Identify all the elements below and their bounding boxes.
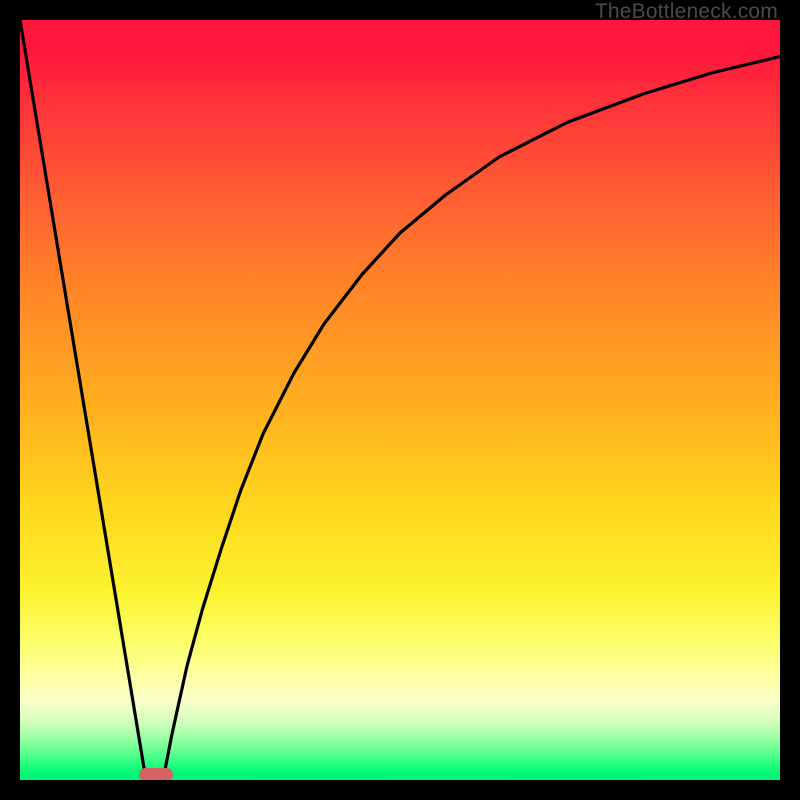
plot-area [20, 20, 780, 780]
chart-canvas: TheBottleneck.com [0, 0, 800, 800]
right-branch-path [163, 57, 780, 781]
optimal-zone-marker [139, 768, 173, 780]
left-branch-path [20, 20, 146, 780]
watermark-text: TheBottleneck.com [595, 0, 778, 24]
curve-overlay [20, 20, 780, 780]
